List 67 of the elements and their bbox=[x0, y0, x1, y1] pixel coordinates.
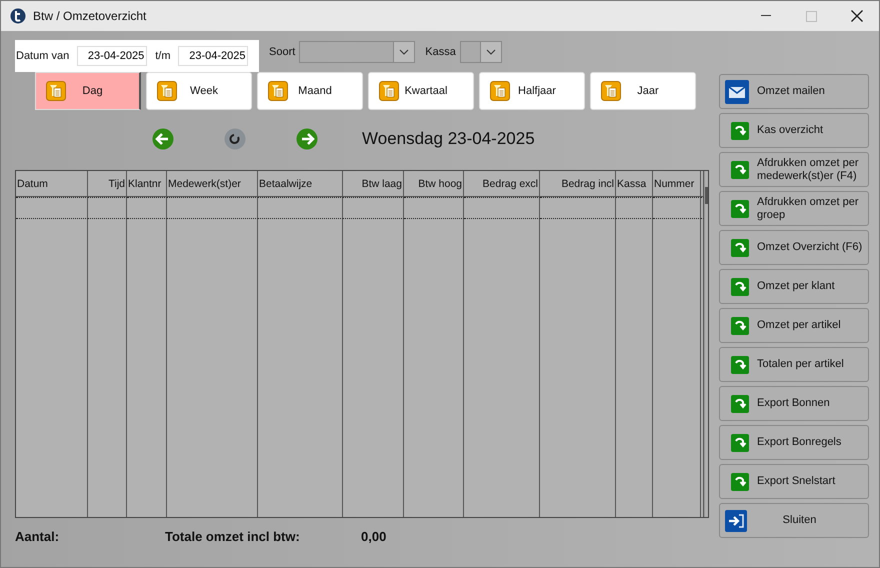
document-icon bbox=[157, 81, 177, 101]
document-icon bbox=[490, 81, 510, 101]
arrow-right-icon bbox=[296, 128, 318, 150]
date-field[interactable]: 23-04-2025 bbox=[77, 46, 148, 66]
refresh-icon bbox=[224, 128, 246, 150]
period-tab[interactable]: Week bbox=[146, 72, 252, 110]
action-button[interactable]: Afdrukken omzet per medewerk(st)er (F4) bbox=[719, 152, 869, 187]
total-value: 0,00 bbox=[361, 528, 386, 544]
arrow-left-icon bbox=[152, 128, 174, 150]
scrollbar[interactable] bbox=[704, 171, 708, 517]
app-logo-icon bbox=[10, 8, 26, 24]
field-label: Datum van bbox=[16, 50, 70, 62]
document-icon bbox=[601, 81, 621, 101]
exit-icon bbox=[725, 510, 747, 532]
date-heading: Woensdag 23-04-2025 bbox=[362, 129, 535, 149]
table-cell bbox=[16, 197, 88, 219]
column-header[interactable]: Bedrag excl bbox=[464, 171, 540, 197]
period-tab[interactable]: Maand bbox=[257, 72, 363, 110]
action-button[interactable]: Export Bonregels bbox=[719, 425, 869, 460]
action-button[interactable]: Sluiten bbox=[719, 503, 869, 538]
table-cell bbox=[88, 197, 127, 219]
close-icon[interactable] bbox=[851, 10, 863, 22]
table-cell bbox=[616, 197, 653, 219]
table-cell bbox=[343, 197, 404, 219]
period-tab[interactable]: Jaar bbox=[590, 72, 696, 110]
document-icon bbox=[268, 81, 288, 101]
table-cell bbox=[404, 197, 464, 219]
envelope-icon bbox=[725, 80, 749, 104]
table-cell bbox=[653, 197, 701, 219]
total-label: Totale omzet incl btw: bbox=[165, 528, 301, 544]
table-cell bbox=[127, 197, 167, 219]
previous-button[interactable] bbox=[152, 128, 174, 150]
action-button[interactable]: Kas overzicht bbox=[719, 113, 869, 148]
column-header[interactable]: Kassa bbox=[616, 171, 653, 197]
document-icon bbox=[46, 81, 66, 101]
action-button[interactable]: Export Snelstart bbox=[719, 464, 869, 499]
column-header[interactable]: Btw laag bbox=[343, 171, 404, 197]
minimize-icon[interactable] bbox=[760, 15, 772, 17]
chevron-down-icon bbox=[486, 48, 496, 54]
action-button[interactable]: Omzet per klant bbox=[719, 269, 869, 304]
period-tab[interactable]: Dag bbox=[35, 72, 141, 110]
field-label: t/m bbox=[155, 50, 170, 62]
column-header[interactable]: Datum bbox=[16, 171, 88, 197]
column-header[interactable]: Nummer bbox=[653, 171, 701, 197]
refresh-button[interactable] bbox=[224, 128, 246, 150]
action-button[interactable]: Export Bonnen bbox=[719, 386, 869, 421]
action-button[interactable]: Totalen per artikel bbox=[719, 347, 869, 382]
field-label: Soort bbox=[269, 46, 296, 58]
column-header[interactable]: Klantnr bbox=[127, 171, 167, 197]
period-tab[interactable]: Halfjaar bbox=[479, 72, 585, 110]
period-tab[interactable]: Kwartaal bbox=[368, 72, 474, 110]
column-header[interactable]: Betaalwijze bbox=[258, 171, 343, 197]
date-field[interactable]: 23-04-2025 bbox=[178, 46, 248, 66]
column-header[interactable]: Bedrag incl bbox=[540, 171, 616, 197]
action-button[interactable]: Omzet mailen bbox=[719, 74, 869, 109]
document-icon bbox=[379, 81, 399, 101]
action-button[interactable]: Omzet Overzicht (F6) bbox=[719, 230, 869, 265]
field-label: Kassa bbox=[425, 46, 456, 58]
window-title: Btw / Omzetoverzicht bbox=[33, 9, 146, 23]
action-button[interactable]: Omzet per artikel bbox=[719, 308, 869, 343]
action-button[interactable]: Afdrukken omzet per groep bbox=[719, 191, 869, 226]
column-header[interactable]: Btw hoog bbox=[404, 171, 464, 197]
chevron-down-icon bbox=[399, 48, 410, 54]
count-label: Aantal: bbox=[15, 528, 60, 544]
column-header[interactable]: Medewerk(st)er bbox=[167, 171, 258, 197]
column-header[interactable]: Tijd bbox=[88, 171, 127, 197]
next-button[interactable] bbox=[296, 128, 318, 150]
